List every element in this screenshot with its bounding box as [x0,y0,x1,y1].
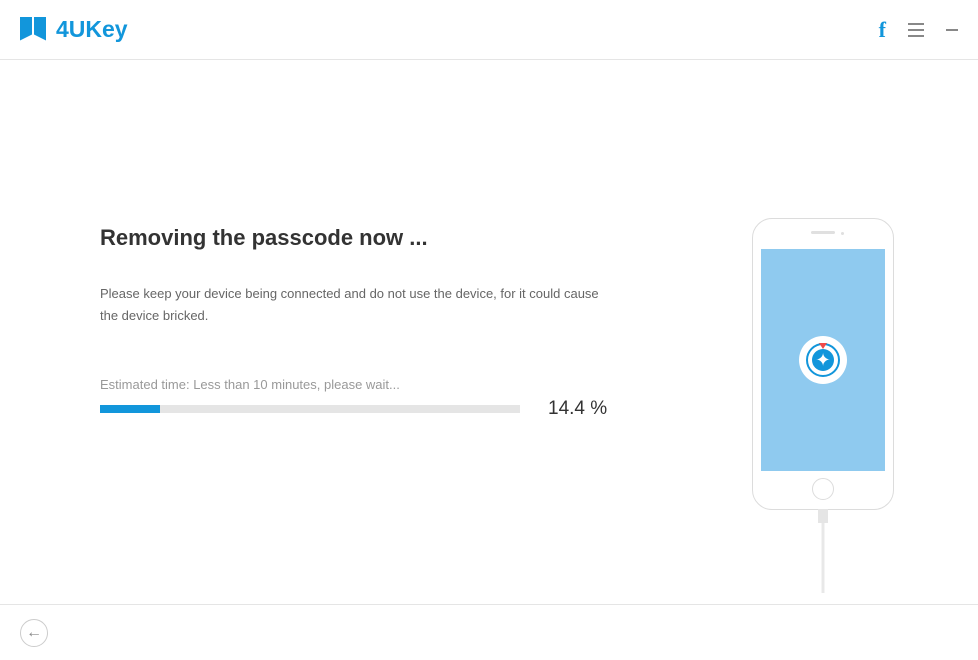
header-brand: 4UKey [20,16,128,43]
facebook-icon[interactable]: f [879,17,886,43]
estimated-time-label: Estimated time: Less than 10 minutes, pl… [100,377,668,392]
phone-camera-icon [841,232,844,235]
footer: ← [0,604,978,660]
progress-percent: 14.4 % [548,398,607,420]
phone-illustration: ✦ [752,218,894,510]
phone-cable-icon [818,509,828,523]
progress-bar [100,405,520,413]
status-title: Removing the passcode now ... [100,225,668,251]
phone-home-button-icon [812,478,834,500]
phone-cable-wire-icon [822,523,825,593]
instruction-text: Please keep your device being connected … [100,283,610,327]
compass-icon: ✦ [799,336,847,384]
logo-icon [20,17,46,43]
app-header: 4UKey f [0,0,978,60]
header-actions: f [879,17,958,43]
status-panel: Removing the passcode now ... Please kee… [0,60,668,600]
phone-screen: ✦ [761,249,885,471]
minimize-icon[interactable] [946,29,958,31]
arrow-left-icon: ← [26,625,42,641]
main-content: Removing the passcode now ... Please kee… [0,60,978,600]
app-name: 4UKey [56,16,128,43]
progress-bar-fill [100,405,160,413]
menu-icon[interactable] [908,23,924,37]
phone-speaker-icon [811,231,835,234]
progress-row: 14.4 % [100,398,668,420]
back-button[interactable]: ← [20,619,48,647]
device-panel: ✦ [668,60,978,600]
